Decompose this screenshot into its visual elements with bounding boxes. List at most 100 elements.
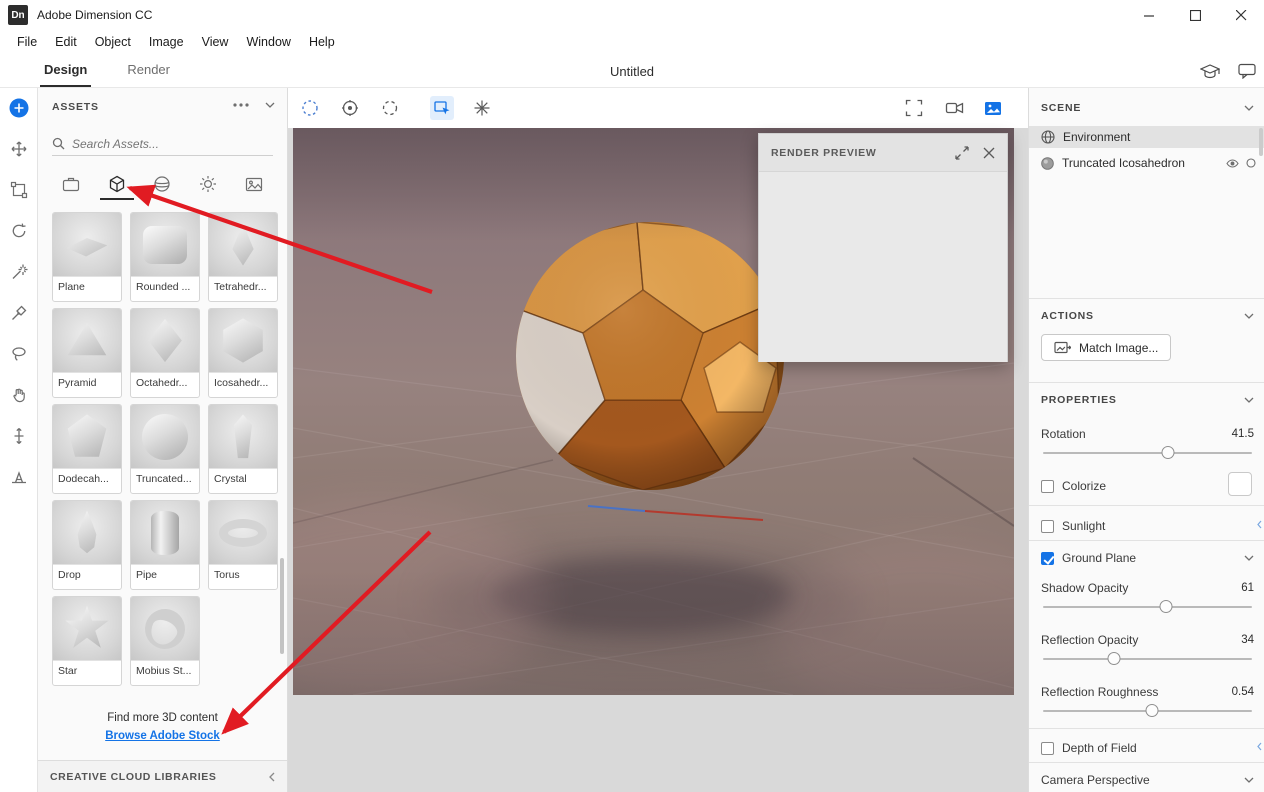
marquee-ellipse-tool[interactable] xyxy=(298,96,322,120)
asset-item-pipe[interactable]: Pipe xyxy=(130,500,200,590)
asset-item-icosahedron[interactable]: Icosahedr... xyxy=(208,308,278,398)
category-3d-models[interactable] xyxy=(100,170,134,200)
menu-window[interactable]: Window xyxy=(237,35,299,49)
sampler-tool[interactable] xyxy=(9,303,29,323)
mode-tab-bar: Design Render Untitled xyxy=(0,54,1264,88)
sunlight-checkbox[interactable] xyxy=(1041,520,1054,533)
scene-collapse-chevron-icon[interactable] xyxy=(1244,105,1254,111)
asset-item-torus[interactable]: Torus xyxy=(208,500,278,590)
scene-scrollbar[interactable] xyxy=(1259,128,1263,156)
asset-item-rounded-cube[interactable]: Rounded ... xyxy=(130,212,200,302)
asset-item-crystal[interactable]: Crystal xyxy=(208,404,278,494)
reflection-roughness-slider[interactable] xyxy=(1043,704,1252,718)
horizon-icon xyxy=(10,468,28,486)
browse-adobe-stock-link[interactable]: Browse Adobe Stock xyxy=(38,730,287,742)
sunlight-flyout-arrow[interactable] xyxy=(1255,516,1263,532)
depth-of-field-flyout-arrow[interactable] xyxy=(1255,738,1263,754)
ground-plane-checkbox[interactable] xyxy=(1041,552,1054,565)
scene-item-environment[interactable]: Environment xyxy=(1029,126,1264,148)
assets-collapse-chevron-icon[interactable] xyxy=(265,102,275,108)
close-icon[interactable] xyxy=(983,147,995,159)
scale-tool[interactable] xyxy=(9,180,29,200)
ground-plane-chevron-icon[interactable] xyxy=(1244,555,1254,561)
visibility-eye-icon[interactable] xyxy=(1226,159,1239,168)
target-select-tool[interactable] xyxy=(338,96,362,120)
render-preview-panel: RENDER PREVIEW xyxy=(758,133,1008,362)
render-preview-toggle[interactable] xyxy=(981,96,1005,120)
asset-item-truncated-icosahedron[interactable]: Truncated... xyxy=(130,404,200,494)
properties-collapse-chevron-icon[interactable] xyxy=(1244,397,1254,403)
slider-track[interactable] xyxy=(1043,452,1252,454)
tab-design[interactable]: Design xyxy=(40,54,91,87)
depth-of-field-checkbox[interactable] xyxy=(1041,742,1054,755)
reflection-opacity-slider[interactable] xyxy=(1043,652,1252,666)
reflection-opacity-value[interactable]: 34 xyxy=(1241,634,1254,646)
hand-tool[interactable] xyxy=(9,385,29,405)
slider-knob[interactable] xyxy=(1108,652,1121,665)
asset-item-octahedron[interactable]: Octahedr... xyxy=(130,308,200,398)
camera-perspective-chevron-icon[interactable] xyxy=(1244,777,1254,783)
rotation-slider[interactable] xyxy=(1043,446,1252,460)
scene-item-truncated-icosahedron[interactable]: Truncated Icosahedron xyxy=(1029,152,1264,174)
add-content-button[interactable] xyxy=(9,98,29,118)
camera-perspective-row[interactable]: Camera Perspective xyxy=(1041,770,1254,790)
menu-edit[interactable]: Edit xyxy=(46,35,86,49)
menu-image[interactable]: Image xyxy=(140,35,193,49)
feedback-icon[interactable] xyxy=(1238,63,1256,79)
reflection-roughness-value[interactable]: 0.54 xyxy=(1232,686,1254,698)
slider-knob[interactable] xyxy=(1162,446,1175,459)
asset-item-tetrahedron[interactable]: Tetrahedr... xyxy=(208,212,278,302)
render-setup-tool[interactable] xyxy=(470,96,494,120)
menu-object[interactable]: Object xyxy=(86,35,140,49)
slider-track[interactable] xyxy=(1043,658,1252,660)
asset-item-star[interactable]: Star xyxy=(52,596,122,686)
shadow-opacity-value[interactable]: 61 xyxy=(1241,582,1254,594)
asset-item-plane[interactable]: Plane xyxy=(52,212,122,302)
creative-cloud-libraries-bar[interactable]: CREATIVE CLOUD LIBRARIES xyxy=(38,760,287,792)
category-starter-assets[interactable] xyxy=(54,170,88,200)
slider-track[interactable] xyxy=(1043,606,1252,608)
select-object-tool[interactable] xyxy=(430,96,454,120)
category-lights[interactable] xyxy=(191,170,225,200)
marquee-dashed-tool[interactable] xyxy=(378,96,402,120)
menu-help[interactable]: Help xyxy=(300,35,344,49)
menu-view[interactable]: View xyxy=(193,35,238,49)
cc-libraries-expand-icon[interactable] xyxy=(269,772,275,782)
category-materials[interactable] xyxy=(145,170,179,200)
menu-file[interactable]: File xyxy=(8,35,46,49)
horizon-tool[interactable] xyxy=(9,467,29,487)
rotation-value[interactable]: 41.5 xyxy=(1232,428,1254,440)
dolly-tool[interactable] xyxy=(9,426,29,446)
learn-icon[interactable] xyxy=(1200,63,1220,79)
asset-item-dodecahedron[interactable]: Dodecah... xyxy=(52,404,122,494)
lasso-tool[interactable] xyxy=(9,344,29,364)
render-preview-header[interactable]: RENDER PREVIEW xyxy=(759,134,1007,172)
expand-icon[interactable] xyxy=(955,146,969,160)
tab-render[interactable]: Render xyxy=(123,54,174,87)
more-options-icon[interactable] xyxy=(233,103,249,107)
search-input[interactable] xyxy=(72,137,273,151)
match-image-button[interactable]: Match Image... xyxy=(1041,334,1171,361)
search-field[interactable] xyxy=(52,132,273,156)
category-images[interactable] xyxy=(237,170,271,200)
move-tool[interactable] xyxy=(9,139,29,159)
close-button[interactable] xyxy=(1218,0,1264,30)
rotate-tool[interactable] xyxy=(9,221,29,241)
magic-wand-tool[interactable] xyxy=(9,262,29,282)
slider-knob[interactable] xyxy=(1145,704,1158,717)
colorize-checkbox[interactable] xyxy=(1041,480,1054,493)
fullscreen-button[interactable] xyxy=(902,96,926,120)
asset-item-drop[interactable]: Drop xyxy=(52,500,122,590)
shadow-opacity-slider[interactable] xyxy=(1043,600,1252,614)
camera-bookmark-button[interactable] xyxy=(942,96,966,120)
actions-collapse-chevron-icon[interactable] xyxy=(1244,313,1254,319)
asset-item-pyramid[interactable]: Pyramid xyxy=(52,308,122,398)
asset-item-mobius[interactable]: Mobius St... xyxy=(130,596,200,686)
minimize-button[interactable] xyxy=(1126,0,1172,30)
material-dot-icon[interactable] xyxy=(1246,158,1256,168)
maximize-button[interactable] xyxy=(1172,0,1218,30)
cube-3d-icon xyxy=(108,175,126,193)
colorize-swatch[interactable] xyxy=(1228,472,1252,496)
assets-scrollbar[interactable] xyxy=(280,558,284,654)
slider-knob[interactable] xyxy=(1160,600,1173,613)
